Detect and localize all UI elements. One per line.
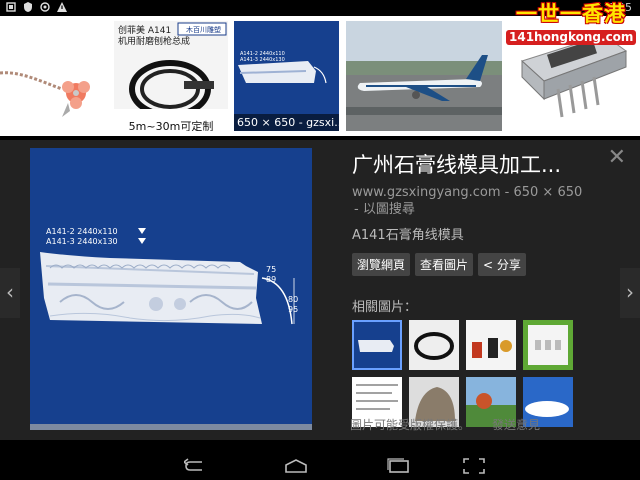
image-info: 广州石膏线模具加工... www.gzsxingyang.com - 650 ×… [352,152,612,315]
dim-95: 95 [288,305,298,314]
molding-thumb[interactable]: A141-2 2440x110 A141-3 2440x130 650 × 65… [234,21,339,131]
airplane-thumb[interactable] [346,21,502,131]
shield-icon [24,2,32,12]
dim-89: 89 [266,275,276,284]
image-title[interactable]: 广州石膏线模具加工... [352,152,612,178]
back-icon[interactable] [184,458,208,474]
navigation-bar [0,452,640,480]
previous-arrow-icon[interactable]: ‹ [0,268,20,318]
notification-icon [6,2,16,12]
cable-subtitle: 机用耐磨刨枪总成 [118,37,191,47]
image-detail-panel: A141-2 2440x110 A141-3 2440x130 75 89 80 [0,140,640,440]
preview-image[interactable]: A141-2 2440x110 A141-3 2440x130 75 89 80 [30,148,312,430]
cable-thumb[interactable]: 木百川雕塑 创菲美 A141 机用耐磨刨枪总成 5m~30m可定制 [114,21,228,131]
search-by-image-link[interactable]: - 以圖搜尋 [352,201,612,218]
jewelry-thumb[interactable] [0,21,108,131]
footer-notice: 圖片可能受版權保護。 發送意見 [350,416,540,433]
recent-apps-icon[interactable] [386,458,410,474]
close-icon[interactable]: ✕ [608,147,626,169]
image-description: A141石膏角线模具 [352,228,464,243]
home-icon[interactable] [284,458,308,474]
screenshot-icon[interactable] [462,458,486,474]
preview-label-1: A141-2 2440x110 [46,227,118,236]
copyright-notice: 圖片可能受版權保護。 [350,418,471,432]
dim-75: 75 [266,265,276,274]
watermark-logo: 一世一香港 141hongkong.com [506,2,637,46]
dim-80: 80 [288,295,298,304]
related-image-molding[interactable] [352,320,402,370]
related-image-figures[interactable] [466,320,516,370]
image-source[interactable]: www.gzsxingyang.com - 650 × 650 [352,184,612,201]
svg-text:A141-3 2440x130: A141-3 2440x130 [240,57,285,63]
cable-length: 5m~30m可定制 [128,120,214,131]
preview-label-2: A141-3 2440x130 [46,237,118,246]
view-image-button[interactable]: 查看圖片 [415,253,474,276]
sync-icon [40,2,50,12]
warning-icon [57,2,67,12]
svg-text:木百川雕塑: 木百川雕塑 [186,25,221,34]
send-feedback-link[interactable]: 發送意見 [492,416,540,433]
related-image-cable[interactable] [409,320,459,370]
related-image-switch[interactable] [523,320,573,370]
thumb-caption: 650 × 650 - gzsxi... [234,114,339,131]
screen: { "watermark": { "line1": "一世一香港", "line… [0,0,640,480]
related-images-label: 相關圖片： [352,300,418,315]
next-arrow-icon[interactable]: › [620,268,640,318]
visit-page-button[interactable]: 瀏覽網頁 [352,253,411,276]
share-button[interactable]: < 分享 [478,253,526,276]
